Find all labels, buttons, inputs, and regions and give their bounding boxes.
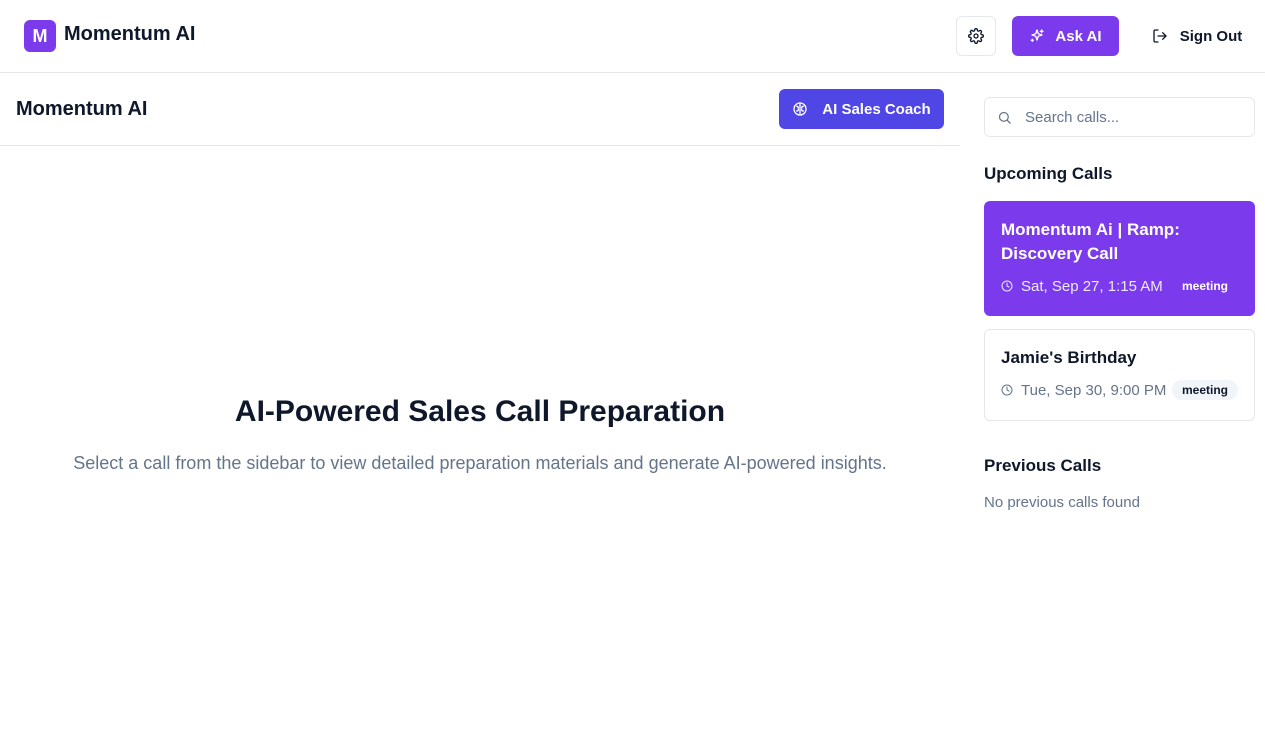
previous-calls-heading: Previous Calls <box>984 456 1102 475</box>
call-title: Jamie's Birthday <box>1001 348 1137 367</box>
sign-out-label: Sign Out <box>1179 27 1243 45</box>
top-navbar: M Momentum AI Ask AI Sign Out <box>0 0 1265 73</box>
sparkles-icon <box>1029 28 1045 44</box>
ask-ai-button[interactable]: Ask AI <box>1012 16 1119 56</box>
brain-icon <box>792 101 808 117</box>
clock-icon <box>1001 280 1013 292</box>
calls-sidebar: Upcoming Calls Momentum Ai | Ramp: Disco… <box>960 73 1265 729</box>
log-out-icon <box>1152 28 1168 44</box>
ai-sales-coach-button[interactable]: AI Sales Coach <box>779 89 944 129</box>
sign-out-button[interactable]: Sign Out <box>1138 16 1256 56</box>
gear-icon <box>968 28 984 44</box>
main-header: Momentum AI AI Sales Coach <box>0 73 960 146</box>
upcoming-calls-heading: Upcoming Calls <box>984 164 1113 183</box>
call-time: Sat, Sep 27, 1:15 AM <box>1021 277 1163 295</box>
hero-subtitle: Select a call from the sidebar to view d… <box>73 453 887 473</box>
search-box <box>984 97 1255 137</box>
previous-calls-empty: No previous calls found <box>984 494 1140 511</box>
search-icon <box>997 110 1012 125</box>
call-meta: Sat, Sep 27, 1:15 AM meeting <box>1001 276 1238 296</box>
call-title: Momentum Ai | Ramp: Discovery Call <box>1001 220 1180 263</box>
call-meta: Tue, Sep 30, 9:00 PM meeting <box>1001 380 1238 400</box>
call-card-jamies-birthday[interactable]: Jamie's Birthday Tue, Sep 30, 9:00 PM me… <box>984 329 1255 421</box>
call-card-ramp-discovery[interactable]: Momentum Ai | Ramp: Discovery Call Sat, … <box>984 201 1255 316</box>
logo-badge: M <box>24 20 56 52</box>
brand-name: Momentum AI <box>64 23 196 45</box>
call-type-badge: meeting <box>1171 380 1238 400</box>
search-calls-input[interactable] <box>1025 98 1250 136</box>
call-type-badge: meeting <box>1181 279 1228 293</box>
ai-sales-coach-label: AI Sales Coach <box>822 100 931 118</box>
page-title: Momentum AI <box>16 98 148 120</box>
settings-button[interactable] <box>956 16 996 56</box>
main-content: Momentum AI AI Sales Coach AI-Powered Sa… <box>0 73 960 729</box>
call-time: Tue, Sep 30, 9:00 PM <box>1021 381 1167 399</box>
clock-icon <box>1001 384 1013 396</box>
hero-title: AI-Powered Sales Call Preparation <box>234 395 726 428</box>
ask-ai-label: Ask AI <box>1055 27 1102 45</box>
